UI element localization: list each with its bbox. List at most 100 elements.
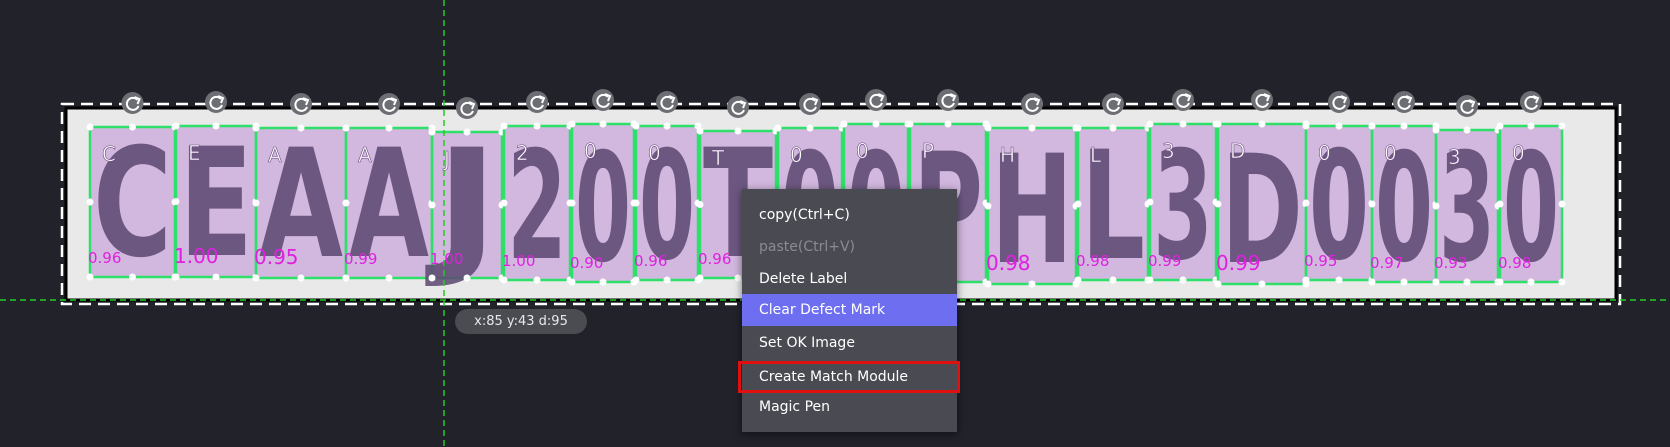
- rotate-handle-icon[interactable]: [121, 92, 144, 114]
- rotate-handle-icon[interactable]: [1021, 93, 1043, 115]
- coordinate-readout: x:85 y:43 d:95: [455, 309, 587, 334]
- resize-handle: [342, 199, 350, 207]
- resize-handle: [500, 199, 508, 207]
- confidence-score: 1.00: [174, 244, 219, 268]
- rotate-handle-icon[interactable]: [1393, 91, 1415, 113]
- resize-handle: [568, 120, 576, 128]
- char-label-box: 000.98: [1496, 91, 1566, 296]
- resize-handle: [172, 122, 180, 130]
- resize-handle: [172, 273, 180, 281]
- rotate-handle-icon[interactable]: [1520, 91, 1542, 113]
- resize-handle: [599, 278, 607, 286]
- confidence-score: 0.95: [254, 245, 299, 269]
- char-label-box: 000.95: [1302, 91, 1376, 294]
- resize-handle: [212, 273, 220, 281]
- char-label-text: C: [102, 142, 116, 166]
- resize-handle: [1214, 280, 1222, 288]
- confidence-score: 0.93: [1434, 254, 1467, 272]
- resize-handle: [1214, 120, 1222, 128]
- rotate-handle-icon[interactable]: [1328, 91, 1350, 113]
- resize-handle: [734, 274, 742, 282]
- resize-handle: [252, 124, 260, 132]
- menu-item-clear-defect-mark[interactable]: Clear Defect Mark: [742, 294, 957, 326]
- confidence-score: 0.96: [698, 250, 731, 268]
- menu-item-magic-pen[interactable]: Magic Pen: [742, 392, 957, 422]
- resize-handle: [806, 124, 814, 132]
- context-menu[interactable]: copy(Ctrl+C) paste(Ctrl+V) Delete Label …: [738, 189, 960, 432]
- menu-item-delete-label[interactable]: Delete Label: [742, 264, 957, 294]
- confidence-score: 1.00: [502, 252, 535, 270]
- resize-handle: [984, 124, 992, 132]
- rotate-handle-icon[interactable]: [456, 97, 478, 119]
- resize-handle: [696, 274, 704, 282]
- char-label-text: P: [922, 139, 934, 163]
- resize-handle: [129, 123, 136, 131]
- resize-handle: [944, 120, 952, 128]
- resize-handle: [1146, 198, 1154, 206]
- confidence-score: 0.97: [1370, 254, 1403, 272]
- char-label-text: A: [268, 143, 282, 167]
- resize-handle: [1400, 278, 1408, 286]
- char-label-box: LL0.98: [1074, 93, 1152, 294]
- resize-handle: [172, 198, 180, 205]
- resize-handle: [1109, 276, 1117, 284]
- rotate-handle-icon[interactable]: [1102, 93, 1124, 115]
- resize-handle: [428, 128, 436, 136]
- resize-handle: [1302, 122, 1310, 130]
- resize-handle: [1109, 124, 1117, 132]
- resize-handle: [342, 274, 350, 282]
- rotate-handle-icon[interactable]: [526, 91, 548, 113]
- resize-handle: [696, 201, 704, 208]
- resize-handle: [1179, 276, 1187, 284]
- confidence-score: 0.99: [1148, 252, 1181, 270]
- rotate-handle-icon[interactable]: [1172, 89, 1194, 111]
- resize-handle: [1302, 276, 1310, 284]
- char-label-box: CC0.96: [86, 92, 179, 291]
- resize-handle: [1146, 276, 1154, 284]
- resize-handle: [1368, 278, 1376, 286]
- rotate-handle-icon[interactable]: [937, 89, 959, 111]
- resize-handle: [1496, 200, 1504, 208]
- resize-handle: [342, 124, 350, 132]
- char-label-text: T: [711, 146, 725, 170]
- char-label-text: 0: [1318, 141, 1331, 165]
- menu-item-create-match-module[interactable]: Create Match Module: [738, 361, 960, 393]
- rotate-handle-icon[interactable]: [378, 93, 400, 115]
- rotate-handle-icon[interactable]: [290, 93, 312, 115]
- resize-handle: [1074, 276, 1082, 284]
- resize-handle: [212, 122, 220, 130]
- rotate-handle-icon[interactable]: [727, 96, 749, 118]
- char-label-text: 3: [1162, 139, 1175, 163]
- resize-handle: [1335, 122, 1343, 130]
- char-label-box: 330.93: [1432, 95, 1502, 296]
- menu-item-copy[interactable]: copy(Ctrl+C): [742, 200, 957, 230]
- resize-handle: [1527, 278, 1535, 286]
- resize-handle: [1432, 278, 1440, 286]
- resize-handle: [1028, 280, 1036, 288]
- resize-handle: [1368, 200, 1376, 208]
- resize-handle: [86, 198, 94, 206]
- resize-handle: [663, 276, 671, 284]
- resize-handle: [1214, 200, 1222, 208]
- char-label-text: 0: [1512, 141, 1525, 165]
- char-label-text: 0: [856, 139, 869, 163]
- resize-handle: [1463, 278, 1471, 286]
- char-label-box: HH0.98: [984, 93, 1080, 298]
- menu-item-paste[interactable]: paste(Ctrl+V): [742, 232, 957, 262]
- char-label-text: A: [358, 143, 372, 167]
- rotate-handle-icon[interactable]: [1456, 95, 1478, 117]
- rotate-handle-icon[interactable]: [656, 91, 678, 113]
- resize-handle: [568, 199, 576, 207]
- rotate-handle-icon[interactable]: [799, 93, 821, 115]
- resize-handle: [906, 120, 914, 128]
- rotate-handle-icon[interactable]: [205, 91, 227, 113]
- char-label-box: AA0.95: [252, 93, 350, 292]
- rotate-handle-icon[interactable]: [592, 89, 614, 111]
- resize-handle: [984, 202, 992, 210]
- menu-item-set-ok-image[interactable]: Set OK Image: [742, 328, 957, 358]
- rotate-handle-icon[interactable]: [1251, 89, 1273, 111]
- resize-handle: [1496, 278, 1504, 286]
- rotate-handle-icon[interactable]: [865, 89, 887, 111]
- resize-handle: [1368, 122, 1376, 130]
- resize-handle: [86, 123, 94, 131]
